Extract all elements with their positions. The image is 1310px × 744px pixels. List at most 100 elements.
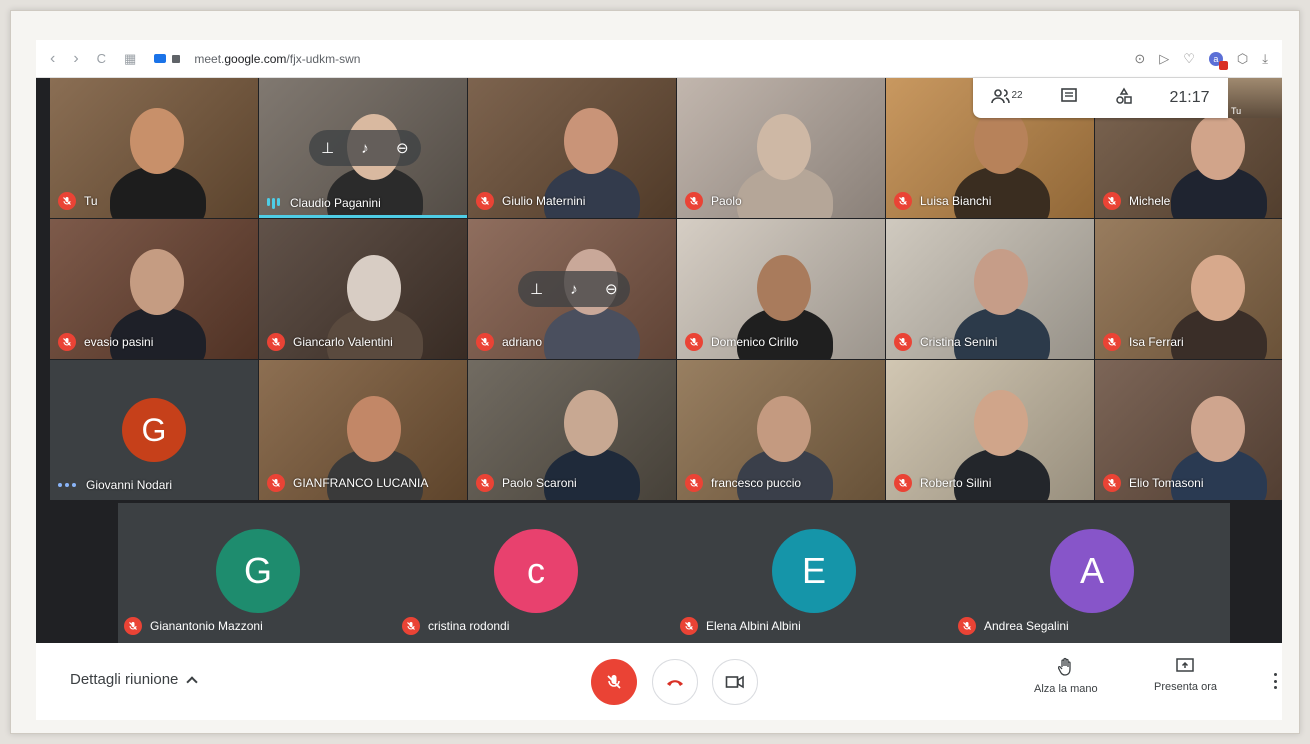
participant-tile[interactable]: Elio Tomasoni: [1095, 360, 1282, 500]
camera-toggle-button[interactable]: [712, 659, 758, 705]
participant-avatar: A: [1050, 529, 1134, 613]
chat-icon[interactable]: [1060, 87, 1078, 110]
participant-name: Cristina Senini: [920, 335, 998, 349]
participant-name: Luisa Bianchi: [920, 194, 992, 208]
participant-tile[interactable]: Giulio Maternini: [468, 78, 676, 218]
profile-icon[interactable]: a: [1208, 51, 1228, 70]
participant-tile[interactable]: Giancarlo Valentini: [259, 219, 467, 359]
more-options-icon[interactable]: [1274, 673, 1278, 689]
participant-tile[interactable]: GIANFRANCO LUCANIA: [259, 360, 467, 500]
participant-name-label: cristina rodondi: [402, 617, 509, 635]
mic-icon[interactable]: ♪: [565, 281, 583, 298]
participant-avatar: G: [122, 398, 186, 462]
reload-button[interactable]: C: [97, 51, 106, 66]
participant-tile[interactable]: Roberto Silini: [886, 360, 1094, 500]
participant-head: [130, 249, 184, 315]
participant-head: [347, 396, 401, 462]
raise-hand-label: Alza la mano: [1034, 683, 1098, 695]
heart-icon[interactable]: ♡: [1183, 51, 1195, 67]
mic-off-icon: [58, 192, 76, 210]
participant-name: Domenico Cirillo: [711, 335, 799, 349]
participant-name: cristina rodondi: [428, 619, 510, 633]
participant-tile[interactable]: Tu: [50, 78, 258, 218]
participant-head: [1191, 114, 1245, 180]
participant-name: Elio Tomasoni: [1129, 476, 1204, 490]
self-view-thumbnail[interactable]: Tu: [1228, 78, 1282, 118]
participant-name: Giulio Maternini: [502, 194, 586, 208]
hand-icon: [1057, 657, 1071, 676]
activities-icon[interactable]: [1115, 87, 1133, 110]
participant-name-label: Roberto Silini: [894, 474, 991, 492]
participant-tile[interactable]: G Giovanni Nodari: [50, 360, 258, 500]
participant-tile[interactable]: c cristina rodondi: [396, 503, 674, 643]
microphone-toggle-button[interactable]: [591, 659, 637, 705]
remove-icon[interactable]: ⊖: [393, 139, 411, 157]
mic-off-icon: [607, 675, 621, 689]
participant-name-label: adriano: [476, 333, 542, 351]
meeting-info-panel: 22 21:17: [973, 78, 1228, 118]
participant-name: Gianantonio Mazzoni: [150, 619, 263, 633]
raise-hand-button[interactable]: Alza la mano: [1034, 657, 1098, 695]
address-bar[interactable]: meet.google.com/fjx-udkm-swn: [194, 52, 360, 66]
browser-toolbar: ‹ › C ▦ meet.google.com/fjx-udkm-swn ⊙ ▷…: [36, 40, 1282, 78]
participant-name: adriano: [502, 335, 543, 349]
present-now-button[interactable]: Presenta ora: [1154, 657, 1217, 693]
mic-off-icon: [476, 192, 494, 210]
tabs-icon[interactable]: ▦: [124, 51, 136, 67]
speaking-indicator-icon: [267, 197, 280, 209]
chevron-up-icon: [186, 675, 199, 688]
mic-off-icon: [1103, 333, 1121, 351]
participant-tile[interactable]: ⊥ ♪ ⊖ Claudio Paganini: [259, 78, 467, 218]
participant-avatar: E: [772, 529, 856, 613]
participant-name: Paolo: [711, 194, 742, 208]
play-icon[interactable]: ▷: [1159, 51, 1169, 67]
participant-head: [757, 114, 811, 180]
leave-call-button[interactable]: [652, 659, 698, 705]
participant-name-label: Elio Tomasoni: [1103, 474, 1203, 492]
participant-tile[interactable]: francesco puccio: [677, 360, 885, 500]
participant-name-label: Andrea Segalini: [958, 617, 1069, 635]
participant-tile[interactable]: Domenico Cirillo: [677, 219, 885, 359]
participant-tile[interactable]: Isa Ferrari: [1095, 219, 1282, 359]
participant-tile[interactable]: evasio pasini: [50, 219, 258, 359]
participant-tile[interactable]: Paolo Scaroni: [468, 360, 676, 500]
participant-head: [757, 396, 811, 462]
participant-grid: Tu ⊥ ♪ ⊖ Claudio Paganini Giulio Maternini Pao…: [50, 78, 1282, 502]
download-icon[interactable]: ⤓: [1262, 51, 1268, 67]
back-button[interactable]: ‹: [50, 50, 55, 68]
meeting-details-button[interactable]: Dettagli riunione: [70, 671, 199, 688]
video-camera-icon: [725, 675, 744, 689]
mic-off-icon: [685, 192, 703, 210]
forward-button[interactable]: ›: [73, 50, 78, 68]
mic-off-icon: [124, 617, 142, 635]
box-icon[interactable]: ⬡: [1237, 51, 1248, 67]
mic-off-icon: [1103, 474, 1121, 492]
mic-off-icon: [476, 333, 494, 351]
participant-head: [974, 390, 1028, 456]
participants-button[interactable]: 22: [991, 88, 1023, 108]
participant-name: evasio pasini: [84, 335, 154, 349]
connecting-dots-icon: [58, 483, 76, 487]
participant-name-label: Giancarlo Valentini: [267, 333, 393, 351]
participant-avatar: G: [216, 529, 300, 613]
participant-name: Giovanni Nodari: [86, 478, 173, 492]
participant-head: [1191, 396, 1245, 462]
participant-tile[interactable]: G Gianantonio Mazzoni: [118, 503, 396, 643]
lock-icon: [172, 54, 181, 63]
participant-tile[interactable]: A Andrea Segalini: [952, 503, 1230, 643]
participant-tile[interactable]: E Elena Albini Albini: [674, 503, 952, 643]
mic-icon[interactable]: ♪: [356, 140, 374, 157]
pin-icon[interactable]: ⊥: [319, 139, 337, 157]
mic-off-icon: [267, 333, 285, 351]
participant-name-label: francesco puccio: [685, 474, 801, 492]
mic-off-icon: [685, 333, 703, 351]
meet-camera-icon: [154, 54, 167, 63]
pin-icon[interactable]: ⊥: [528, 280, 546, 298]
participant-tile[interactable]: Cristina Senini: [886, 219, 1094, 359]
camera-icon[interactable]: ⊙: [1134, 51, 1145, 67]
participant-tile[interactable]: ⊥ ♪ ⊖ adriano: [468, 219, 676, 359]
participant-head: [1191, 255, 1245, 321]
mic-off-icon: [267, 474, 285, 492]
participant-tile[interactable]: Paolo: [677, 78, 885, 218]
remove-icon[interactable]: ⊖: [602, 280, 620, 298]
